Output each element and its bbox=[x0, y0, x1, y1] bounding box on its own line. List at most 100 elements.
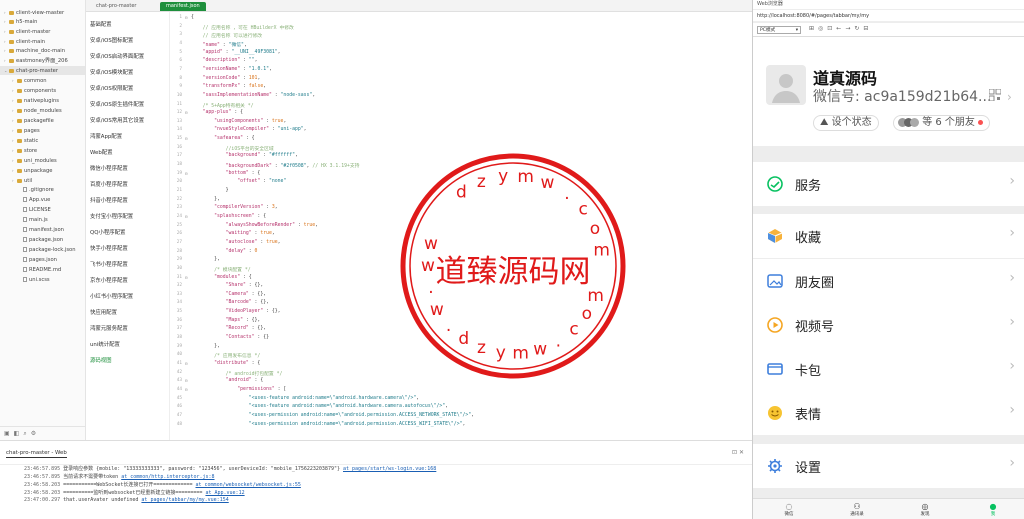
file-tree-item[interactable]: › store bbox=[0, 146, 85, 155]
menu-item[interactable]: 表情 › bbox=[753, 391, 1024, 435]
file-tree-item[interactable]: › client-main bbox=[0, 37, 85, 46]
console-source-link[interactable]: at pages/start/ws-login.vue:168 bbox=[343, 466, 436, 472]
tab-discover[interactable]: ◎ 发现 bbox=[905, 502, 945, 517]
file-tree-item[interactable]: › eastmoney界面_206 bbox=[0, 56, 85, 65]
file-tree-item[interactable]: uni.scss bbox=[0, 276, 85, 285]
menu-item[interactable]: 收藏 › bbox=[753, 214, 1024, 258]
menu-item[interactable]: 视频号 › bbox=[753, 303, 1024, 347]
tab-contacts[interactable]: ⚇ 通讯录 bbox=[837, 502, 877, 517]
file-tree-item[interactable]: ⌄ chat-pro-master bbox=[0, 66, 85, 75]
config-nav-item[interactable]: 安卓/iOS权限配置 bbox=[90, 84, 133, 92]
code-line: "Share" : {}, bbox=[225, 283, 264, 289]
config-nav-item[interactable]: 鸿蒙App配置 bbox=[90, 132, 122, 140]
fold-toggle-icon[interactable]: ⊟ bbox=[185, 361, 187, 366]
console-source-link[interactable]: at App.vue:12 bbox=[205, 490, 244, 496]
config-nav-item[interactable]: 支付宝小程序配置 bbox=[90, 212, 133, 220]
profile-card[interactable]: 道真源码 微信号: ac9a159d21b64... › ⛰ 设个状态 等 6 … bbox=[753, 37, 1024, 146]
set-status-button[interactable]: ⛰ 设个状态 bbox=[813, 115, 879, 131]
file-tree-item[interactable]: › packagefile bbox=[0, 116, 85, 125]
config-nav-item[interactable]: 鸿蒙元服务配置 bbox=[90, 324, 128, 332]
console-source-link[interactable]: at common/websocket/websocket.js:55 bbox=[196, 482, 301, 488]
file-tree-item[interactable]: › nativeplugins bbox=[0, 96, 85, 105]
config-nav-item[interactable]: Web配置 bbox=[90, 148, 113, 156]
fold-toggle-icon[interactable]: ⊟ bbox=[185, 214, 187, 219]
browser-nav-icons[interactable]: ⊞◎⊡←→↻⊟ bbox=[809, 25, 872, 32]
file-tree-item[interactable]: › uni_modules bbox=[0, 156, 85, 165]
qrcode-icon[interactable] bbox=[989, 89, 1001, 101]
menu-item[interactable]: 朋友圈 › bbox=[753, 259, 1024, 303]
config-nav-item[interactable]: 安卓/iOS原生插件配置 bbox=[90, 100, 144, 108]
file-tree-item[interactable]: manifest.json bbox=[0, 226, 85, 235]
file-tree-item[interactable]: › node_modules bbox=[0, 106, 85, 115]
device-mode-select[interactable]: PC模式 ▾ bbox=[757, 26, 801, 34]
console-timestamp: 23:46:58.203 bbox=[24, 490, 61, 496]
file-tree-item[interactable]: › pages bbox=[0, 126, 85, 135]
config-nav-item[interactable]: 安卓/iOS图标配置 bbox=[90, 36, 133, 44]
fold-toggle-icon[interactable]: ⊟ bbox=[185, 387, 187, 392]
file-tree-item[interactable]: › client-view-master bbox=[0, 8, 85, 17]
code-editor[interactable]: 1 ⊟{2 // 应用名称 ，可在 HBuilderX 中修改 3 // 应用名称 … bbox=[170, 12, 752, 440]
line-number: 22 bbox=[176, 196, 182, 202]
file-tree-item[interactable]: › static bbox=[0, 136, 85, 145]
config-nav-item[interactable]: 抖音小程序配置 bbox=[90, 196, 128, 204]
config-nav-item[interactable]: 基础配置 bbox=[90, 20, 112, 28]
config-nav-item[interactable]: 百度小程序配置 bbox=[90, 180, 128, 188]
file-tree-item[interactable]: pages.json bbox=[0, 256, 85, 265]
fold-toggle-icon[interactable]: ⊟ bbox=[185, 378, 187, 383]
file-tree-item[interactable]: LICENSE bbox=[0, 206, 85, 215]
config-nav-item[interactable]: 快应用配置 bbox=[90, 308, 117, 316]
file-tree-item[interactable]: › unpackage bbox=[0, 166, 85, 175]
menu-item[interactable]: 服务 › bbox=[753, 162, 1024, 206]
code-line: }, bbox=[191, 196, 220, 202]
menu-item[interactable]: 设置 › bbox=[753, 444, 1024, 488]
file-tree-item[interactable]: package.json bbox=[0, 236, 85, 245]
fold-toggle-icon[interactable]: ⊟ bbox=[185, 15, 187, 20]
file-tree-item[interactable]: package-lock.json bbox=[0, 246, 85, 255]
config-nav-item[interactable]: 安卓/iOS模块配置 bbox=[90, 68, 133, 76]
file-tree-item[interactable]: .gitignore bbox=[0, 186, 85, 195]
config-nav-item[interactable]: 安卓/iOS启动界面配置 bbox=[90, 52, 144, 60]
config-nav-item[interactable]: 小红书小程序配置 bbox=[90, 292, 133, 300]
code-line: // 应用名称 可以进行修改 bbox=[202, 34, 263, 40]
file-tree-label: eastmoney界面_206 bbox=[16, 58, 68, 64]
friends-status-button[interactable]: 等 6 个朋友 bbox=[893, 115, 991, 131]
console-icons[interactable]: ⊡ ✕ bbox=[732, 449, 744, 456]
console-source-link[interactable]: at pages/tabbar/my/my.vue:154 bbox=[141, 497, 228, 503]
console-source-link[interactable]: at common/http.interceptor.js:8 bbox=[121, 474, 214, 480]
fold-toggle-icon[interactable]: ⊟ bbox=[185, 275, 187, 280]
folder-icon bbox=[17, 178, 22, 183]
console-tab[interactable]: chat-pro-master - Web bbox=[6, 450, 67, 458]
file-tree-item[interactable]: › h5-main bbox=[0, 17, 85, 26]
tab-chat[interactable]: ◌ 微信 bbox=[769, 502, 809, 517]
fold-toggle-icon[interactable]: ⊟ bbox=[185, 136, 187, 141]
file-tree-item[interactable]: › machine_doc-main bbox=[0, 46, 85, 55]
config-nav-item[interactable]: 安卓/iOS常用其它设置 bbox=[90, 116, 144, 124]
browser-url-field[interactable]: http://localhost:8080/#/pages/tabbar/my/… bbox=[753, 10, 1024, 22]
line-number: 34 bbox=[176, 300, 182, 306]
fold-toggle-icon[interactable]: ⊟ bbox=[185, 171, 187, 176]
file-tree-item[interactable]: main.js bbox=[0, 216, 85, 225]
tab-project[interactable]: chat-pro-master bbox=[90, 2, 142, 11]
menu-item-label: 收藏 bbox=[795, 231, 822, 246]
file-tree-item[interactable]: › client-master bbox=[0, 27, 85, 36]
file-tree-item[interactable]: › common bbox=[0, 76, 85, 85]
avatar[interactable] bbox=[766, 65, 806, 105]
tab-me[interactable]: ● 我 bbox=[973, 502, 1013, 517]
line-number: 35 bbox=[176, 309, 182, 315]
config-nav-item[interactable]: QQ小程序配置 bbox=[90, 228, 125, 236]
file-tree-item[interactable]: App.vue bbox=[0, 196, 85, 205]
fold-toggle-icon[interactable]: ⊟ bbox=[185, 110, 187, 115]
file-tree-item[interactable]: README.md bbox=[0, 266, 85, 275]
config-nav-item[interactable]: 源码视图 bbox=[90, 356, 112, 364]
menu-item[interactable]: 卡包 › bbox=[753, 347, 1024, 391]
file-tree-item[interactable]: › util bbox=[0, 176, 85, 185]
wechat-id: 微信号: ac9a159d21b64... bbox=[813, 89, 992, 105]
config-nav-item[interactable]: 快手小程序配置 bbox=[90, 244, 128, 252]
config-nav-item[interactable]: 微信小程序配置 bbox=[90, 164, 128, 172]
chevron-right-icon: › bbox=[1009, 402, 1015, 418]
tab-manifest[interactable]: manifest.json bbox=[160, 2, 206, 11]
file-tree-item[interactable]: › components bbox=[0, 86, 85, 95]
config-nav-item[interactable]: uni统计配置 bbox=[90, 340, 120, 348]
config-nav-item[interactable]: 京东小程序配置 bbox=[90, 276, 128, 284]
config-nav-item[interactable]: 飞书小程序配置 bbox=[90, 260, 128, 268]
